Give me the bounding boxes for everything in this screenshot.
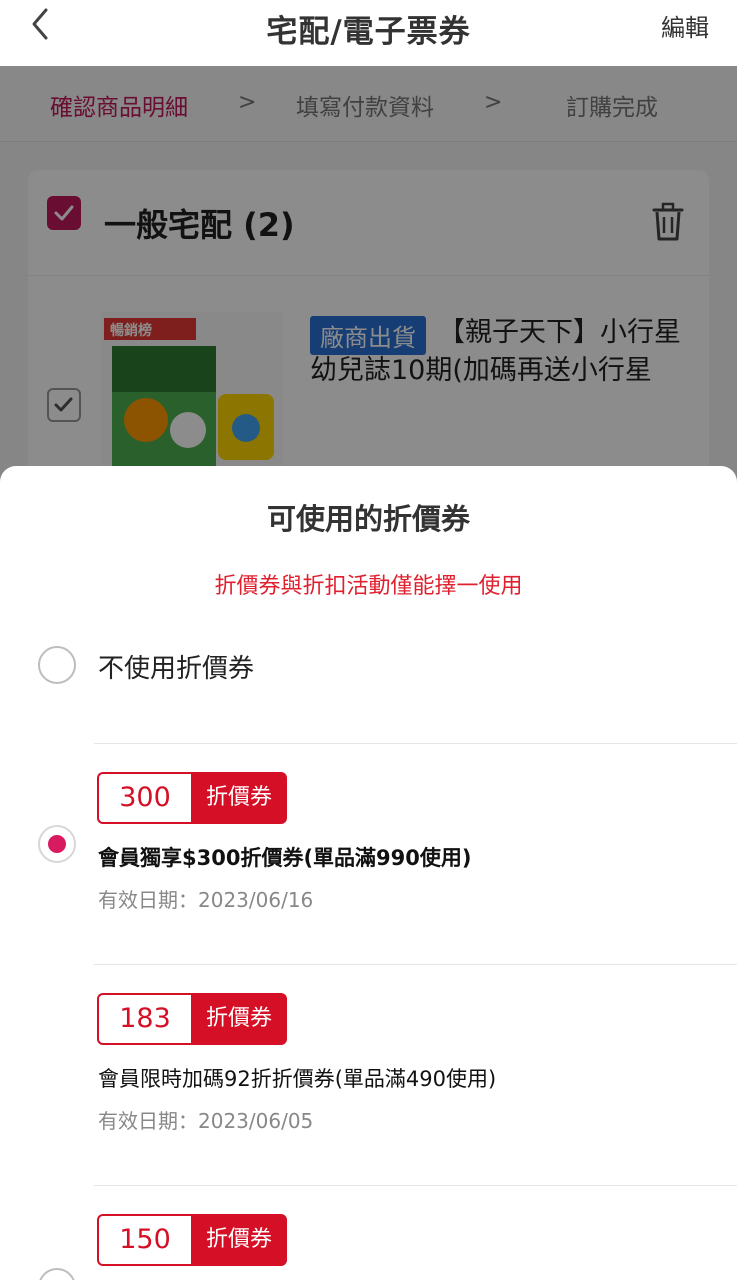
coupon-sheet: 可使用的折價券 折價券與折扣活動僅能擇一使用 不使用折價券 300 折價券 會員…: [0, 466, 737, 1280]
coupon-tag-label: 折價券: [191, 1214, 287, 1266]
coupon-name[interactable]: 會員限時加碼92折折價券(單品滿490使用): [98, 1063, 496, 1093]
coupon-tag: 300 折價券: [97, 772, 287, 824]
coupon-name[interactable]: 會員獨享$300折價券(單品滿990使用): [98, 842, 471, 872]
coupon-amount: 183: [97, 993, 191, 1045]
coupon-amount: 300: [97, 772, 191, 824]
no-coupon-label[interactable]: 不使用折價券: [98, 648, 254, 685]
coupon-notice: 折價券與折扣活動僅能擇一使用: [214, 574, 523, 599]
divider: [94, 743, 737, 744]
top-header: 宅配/電子票券 編輯: [0, 0, 737, 66]
coupon-expiry-date: 有效日期：2023/06/05: [98, 1109, 314, 1133]
coupon-tag: 183 折價券: [97, 993, 287, 1045]
coupon-tag: 150 折價券: [97, 1214, 287, 1266]
coupon-radio[interactable]: [38, 1268, 76, 1280]
no-coupon-radio[interactable]: [38, 646, 76, 684]
divider: [94, 1185, 737, 1186]
coupon-expiry-date: 有效日期：2023/06/16: [98, 888, 314, 912]
coupon-tag-label: 折價券: [191, 772, 287, 824]
coupon-sheet-title: 可使用的折價券: [266, 502, 470, 536]
coupon-tag-label: 折價券: [191, 993, 287, 1045]
divider: [94, 964, 737, 965]
page-title: 宅配/電子票券: [266, 14, 471, 50]
edit-button[interactable]: 編輯: [661, 8, 709, 43]
coupon-amount: 150: [97, 1214, 191, 1266]
coupon-radio-selected[interactable]: [38, 825, 76, 863]
